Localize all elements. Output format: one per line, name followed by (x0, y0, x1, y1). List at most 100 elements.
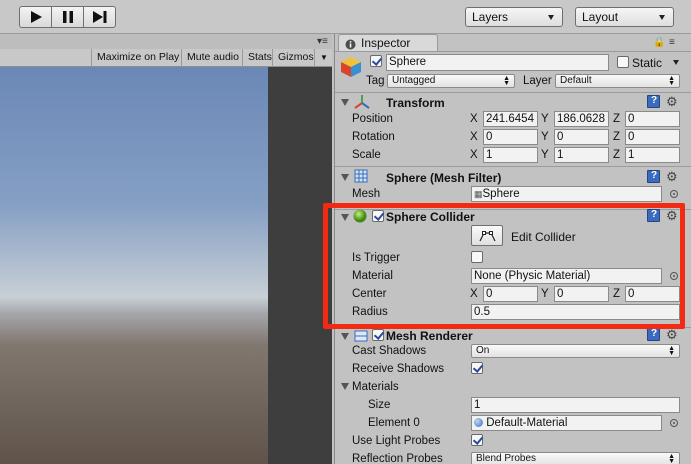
updown-arrows-icon: ▲ ▼ (668, 75, 675, 87)
is-trigger-checkbox[interactable] (471, 251, 483, 263)
scale-y-field[interactable]: 1 (554, 147, 609, 163)
mesh-renderer-enabled-checkbox[interactable] (372, 329, 384, 341)
cast-shadows-value: On (476, 345, 490, 356)
play-button[interactable] (19, 6, 52, 28)
main-toolbar: Layers Layout (0, 0, 691, 34)
use-light-probes-label: Use Light Probes (352, 435, 441, 447)
foldout-arrow-icon[interactable] (341, 333, 349, 340)
object-picker-icon[interactable] (670, 190, 678, 198)
is-trigger-label: Is Trigger (352, 252, 400, 264)
tag-label: Tag (366, 75, 385, 87)
scale-x-field[interactable]: 1 (483, 147, 538, 163)
foldout-arrow-icon[interactable] (341, 174, 349, 181)
gear-icon[interactable]: ⚙ (666, 209, 678, 222)
rotation-y-field[interactable]: 0 (554, 129, 609, 145)
layers-dropdown[interactable]: Layers (465, 7, 563, 27)
object-picker-icon[interactable] (670, 272, 678, 280)
axis-z-label: Z (613, 131, 621, 143)
receive-shadows-checkbox[interactable] (471, 362, 483, 374)
help-book-icon[interactable] (647, 95, 660, 108)
help-book-icon[interactable] (647, 209, 660, 222)
divider (335, 166, 691, 167)
tag-value: Untagged (392, 75, 436, 86)
element0-field[interactable]: Default-Material (471, 415, 662, 431)
use-light-probes-checkbox[interactable] (471, 434, 483, 446)
position-x-field[interactable]: 241.6454 (483, 111, 538, 127)
gear-icon[interactable]: ⚙ (666, 170, 678, 183)
axis-x-label: X (470, 149, 478, 161)
materials-label: Materials (352, 381, 399, 393)
pause-button[interactable] (51, 6, 84, 28)
tag-dropdown[interactable]: Untagged ▲ ▼ (387, 74, 515, 88)
rotation-z-field[interactable]: 0 (625, 129, 680, 145)
center-z-field[interactable]: 0 (625, 286, 680, 302)
foldout-arrow-icon[interactable] (341, 214, 349, 221)
gizmos-button[interactable]: Gizmos (272, 49, 319, 67)
gear-icon[interactable]: ⚙ (666, 328, 678, 341)
foldout-arrow-icon[interactable] (341, 99, 349, 106)
position-z-field[interactable]: 0 (625, 111, 680, 127)
gameobject-cube-icon (341, 57, 361, 77)
rotation-label: Rotation (352, 131, 395, 143)
sphere-collider-enabled-checkbox[interactable] (372, 210, 384, 222)
gear-icon[interactable]: ⚙ (666, 95, 678, 108)
panel-menu-icon[interactable]: ▾≡ (317, 36, 328, 47)
layer-dropdown[interactable]: Default ▲ ▼ (555, 74, 680, 88)
help-book-icon[interactable] (647, 170, 660, 183)
mesh-field[interactable]: ▦Sphere (471, 186, 662, 202)
reflection-probes-dropdown[interactable]: Blend Probes ▲ ▼ (471, 452, 680, 464)
mesh-label: Mesh (352, 188, 381, 200)
axis-z-label: Z (613, 288, 621, 300)
axis-x-label: X (470, 288, 478, 300)
mesh-grid-icon: ▦ (474, 189, 483, 199)
cast-shadows-label: Cast Shadows (352, 345, 427, 357)
position-y-field[interactable]: 186.0628 (554, 111, 609, 127)
mesh-renderer-title: Mesh Renderer (386, 329, 473, 343)
scale-z-field[interactable]: 1 (625, 147, 680, 163)
step-button[interactable] (83, 6, 116, 28)
updown-arrows-icon: ▲ ▼ (668, 453, 675, 464)
materials-size-field[interactable]: 1 (471, 397, 680, 413)
foldout-arrow-icon[interactable] (341, 383, 349, 390)
sphere-collider-icon (353, 209, 367, 223)
panel-menu-icon[interactable]: ≡ (669, 37, 675, 48)
chevron-down-icon (548, 15, 554, 20)
maximize-on-play-button[interactable]: Maximize on Play (91, 49, 184, 67)
game-view-render[interactable] (0, 67, 268, 464)
transform-axes-icon (354, 95, 370, 109)
edit-collider-button[interactable] (471, 225, 503, 246)
axis-x-label: X (470, 131, 478, 143)
center-y-field[interactable]: 0 (554, 286, 609, 302)
axis-y-label: Y (541, 113, 549, 125)
step-icon (92, 11, 106, 23)
edit-collider-label: Edit Collider (511, 230, 576, 244)
center-x-field[interactable]: 0 (483, 286, 538, 302)
transform-title: Transform (386, 96, 445, 110)
element0-label: Element 0 (368, 417, 420, 429)
rotation-x-field[interactable]: 0 (483, 129, 538, 145)
active-checkbox[interactable] (370, 55, 382, 67)
axis-z-label: Z (613, 149, 621, 161)
static-chevron-down-icon[interactable] (673, 60, 679, 65)
static-checkbox[interactable] (617, 56, 629, 68)
material-field[interactable]: None (Physic Material) (471, 268, 662, 284)
layout-dropdown[interactable]: Layout (575, 7, 674, 27)
object-picker-icon[interactable] (670, 419, 678, 427)
lock-icon[interactable]: 🔒 (653, 37, 665, 48)
cast-shadows-dropdown[interactable]: On ▲ ▼ (471, 344, 680, 358)
object-name-field[interactable]: Sphere (386, 54, 609, 71)
game-view-side-letterbox (268, 67, 332, 464)
mesh-value: Sphere (482, 188, 520, 200)
game-tab-strip: ▾≡ (0, 34, 332, 49)
layer-value: Default (560, 75, 592, 86)
material-label: Material (352, 270, 393, 282)
axis-y-label: Y (541, 288, 549, 300)
mute-audio-button[interactable]: Mute audio (181, 49, 244, 67)
gizmos-chevron-down-icon[interactable]: ▼ (314, 49, 333, 67)
updown-arrows-icon: ▲ ▼ (668, 345, 675, 357)
receive-shadows-label: Receive Shadows (352, 363, 445, 375)
help-book-icon[interactable] (647, 328, 660, 341)
edit-bounds-icon (479, 231, 496, 242)
radius-field[interactable]: 0.5 (471, 304, 680, 320)
tab-inspector[interactable]: Inspector (338, 34, 438, 51)
